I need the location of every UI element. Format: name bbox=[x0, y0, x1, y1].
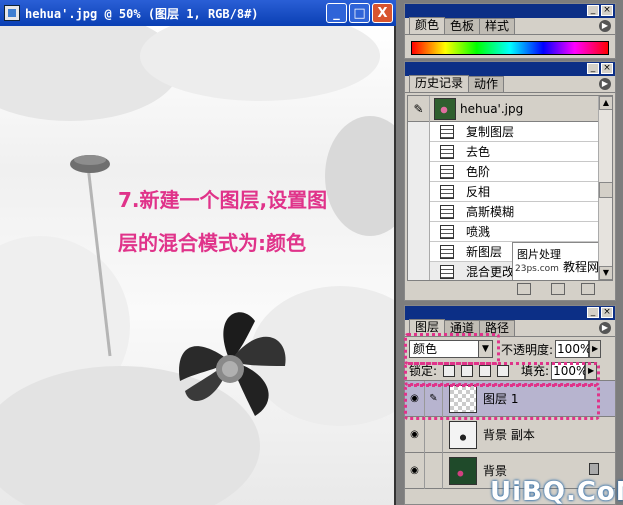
layer-thumbnail bbox=[449, 420, 477, 449]
layer-row[interactable]: ◉ 背景 副本 bbox=[405, 416, 615, 453]
history-scrollbar[interactable]: ▲ ▼ bbox=[598, 96, 612, 280]
history-item-label: 反相 bbox=[466, 185, 491, 199]
history-item[interactable]: 去色 bbox=[408, 141, 612, 162]
eye-icon[interactable]: ◉ bbox=[405, 452, 425, 489]
snapshot-label: hehua'.jpg bbox=[460, 101, 524, 116]
tab-color[interactable]: 颜色 bbox=[409, 17, 446, 34]
history-panel-header[interactable]: _ × bbox=[405, 62, 615, 76]
history-brush-icon[interactable]: ✎ bbox=[408, 96, 430, 122]
color-panel-header[interactable]: _ × bbox=[405, 4, 615, 18]
history-item-label: 喷溅 bbox=[466, 225, 491, 239]
image-canvas[interactable]: 7.新建一个图层,设置图 层的混合模式为:颜色 bbox=[0, 26, 394, 505]
history-snapshot[interactable]: ✎ hehua'.jpg bbox=[408, 96, 612, 122]
history-state-icon bbox=[440, 264, 454, 279]
panel-minimize-icon[interactable]: _ bbox=[587, 63, 599, 74]
layer-1-highlight bbox=[404, 384, 600, 420]
close-button[interactable]: X bbox=[372, 3, 393, 23]
layer-thumbnail bbox=[449, 456, 477, 485]
layers-panel-header[interactable]: _ × bbox=[405, 306, 615, 320]
new-snapshot-icon[interactable] bbox=[551, 283, 565, 295]
history-item[interactable]: 色阶 bbox=[408, 161, 612, 182]
tab-history[interactable]: 历史记录 bbox=[409, 75, 470, 92]
opacity-input[interactable]: 100% bbox=[555, 340, 591, 358]
opacity-slider-icon[interactable]: ▶ bbox=[589, 340, 602, 358]
scroll-thumb[interactable] bbox=[599, 182, 612, 198]
panel-minimize-icon[interactable]: _ bbox=[587, 5, 599, 16]
watermark-overlay: 图片处理 23ps.com 教程网 bbox=[512, 242, 604, 280]
history-panel-tabs: 历史记录 动作 ▶ bbox=[405, 75, 615, 93]
history-list: ✎ hehua'.jpg 复制图层 去色 色阶 反相 高斯模糊 喷溅 新图层 混… bbox=[407, 95, 613, 281]
history-item[interactable]: 复制图层 bbox=[408, 121, 612, 142]
minimize-button[interactable]: _ bbox=[326, 3, 347, 23]
history-item-label: 去色 bbox=[466, 145, 491, 159]
window-controls: _ □ X bbox=[326, 3, 393, 23]
history-footer bbox=[405, 281, 615, 298]
history-source-checkbox[interactable] bbox=[408, 221, 430, 242]
history-state-icon bbox=[440, 244, 454, 259]
trash-icon[interactable] bbox=[581, 283, 595, 295]
history-panel: _ × 历史记录 动作 ▶ ✎ hehua'.jpg 复制图层 去色 色阶 反相… bbox=[404, 61, 616, 301]
tab-actions[interactable]: 动作 bbox=[468, 76, 505, 92]
history-state-icon bbox=[440, 164, 454, 179]
history-item-label: 色阶 bbox=[466, 165, 491, 179]
history-source-checkbox[interactable] bbox=[408, 201, 430, 222]
tutorial-step-text-line1: 7.新建一个图层,设置图 bbox=[118, 188, 328, 212]
history-item[interactable]: 高斯模糊 bbox=[408, 201, 612, 222]
panel-minimize-icon[interactable]: _ bbox=[587, 307, 599, 318]
photoshop-document-icon bbox=[4, 5, 20, 21]
eye-icon[interactable]: ◉ bbox=[405, 416, 425, 453]
scroll-up-icon[interactable]: ▲ bbox=[599, 96, 612, 110]
panel-close-icon[interactable]: × bbox=[601, 63, 613, 74]
link-cell[interactable] bbox=[425, 416, 443, 453]
maximize-button[interactable]: □ bbox=[349, 3, 370, 23]
layer-name: 背景 副本 bbox=[483, 428, 535, 442]
history-item-label: 新图层 bbox=[466, 245, 503, 259]
history-item-label: 高斯模糊 bbox=[466, 205, 515, 219]
history-state-icon bbox=[440, 224, 454, 239]
tab-styles[interactable]: 样式 bbox=[479, 18, 516, 34]
link-cell[interactable] bbox=[425, 452, 443, 489]
history-source-checkbox[interactable] bbox=[408, 141, 430, 162]
history-state-icon bbox=[440, 204, 454, 219]
blend-mode-highlight bbox=[404, 333, 500, 365]
lock-row-highlight bbox=[404, 362, 600, 386]
new-document-from-state-icon[interactable] bbox=[517, 283, 531, 295]
lotus-image bbox=[0, 26, 394, 505]
scroll-down-icon[interactable]: ▼ bbox=[599, 266, 612, 280]
panel-close-icon[interactable]: × bbox=[601, 307, 613, 318]
history-item[interactable]: 喷溅 bbox=[408, 221, 612, 242]
watermark-line3: 教程网 bbox=[563, 260, 600, 274]
history-source-checkbox[interactable] bbox=[408, 261, 430, 280]
photoshop-screen: hehua'.jpg @ 50% (图层 1, RGB/8#) _ □ X 7.… bbox=[0, 0, 623, 505]
history-source-checkbox[interactable] bbox=[408, 121, 430, 142]
document-titlebar[interactable]: hehua'.jpg @ 50% (图层 1, RGB/8#) _ □ X bbox=[0, 0, 396, 26]
snapshot-thumbnail bbox=[434, 97, 456, 120]
tutorial-step-text-line2: 层的混合模式为:颜色 bbox=[118, 231, 306, 255]
history-source-checkbox[interactable] bbox=[408, 241, 430, 262]
color-panel-tabs: 颜色 色板 样式 ▶ bbox=[405, 17, 615, 35]
history-source-checkbox[interactable] bbox=[408, 161, 430, 182]
site-watermark: UiBQ.CoM bbox=[490, 477, 623, 505]
history-state-icon bbox=[440, 124, 454, 139]
color-spectrum-bar[interactable] bbox=[411, 41, 609, 55]
watermark-line2: 23ps.com bbox=[515, 264, 559, 274]
lock-icon bbox=[589, 463, 599, 475]
document-title: hehua'.jpg @ 50% (图层 1, RGB/8#) bbox=[25, 6, 259, 21]
history-item-label: 混合更改 bbox=[466, 265, 515, 279]
panel-close-icon[interactable]: × bbox=[601, 5, 613, 16]
watermark-line1: 图片处理 bbox=[517, 248, 561, 261]
panel-menu-icon[interactable]: ▶ bbox=[599, 20, 611, 32]
history-item-label: 复制图层 bbox=[466, 125, 515, 139]
panel-menu-icon[interactable]: ▶ bbox=[599, 322, 611, 334]
opacity-label: 不透明度: bbox=[501, 342, 554, 357]
color-panel: _ × 颜色 色板 样式 ▶ bbox=[404, 3, 616, 59]
history-state-icon bbox=[440, 184, 454, 199]
history-state-icon bbox=[440, 144, 454, 159]
panel-menu-icon[interactable]: ▶ bbox=[599, 78, 611, 90]
document-window: hehua'.jpg @ 50% (图层 1, RGB/8#) _ □ X 7.… bbox=[0, 0, 396, 505]
history-source-checkbox[interactable] bbox=[408, 181, 430, 202]
history-item[interactable]: 反相 bbox=[408, 181, 612, 202]
tab-swatches[interactable]: 色板 bbox=[444, 18, 481, 34]
